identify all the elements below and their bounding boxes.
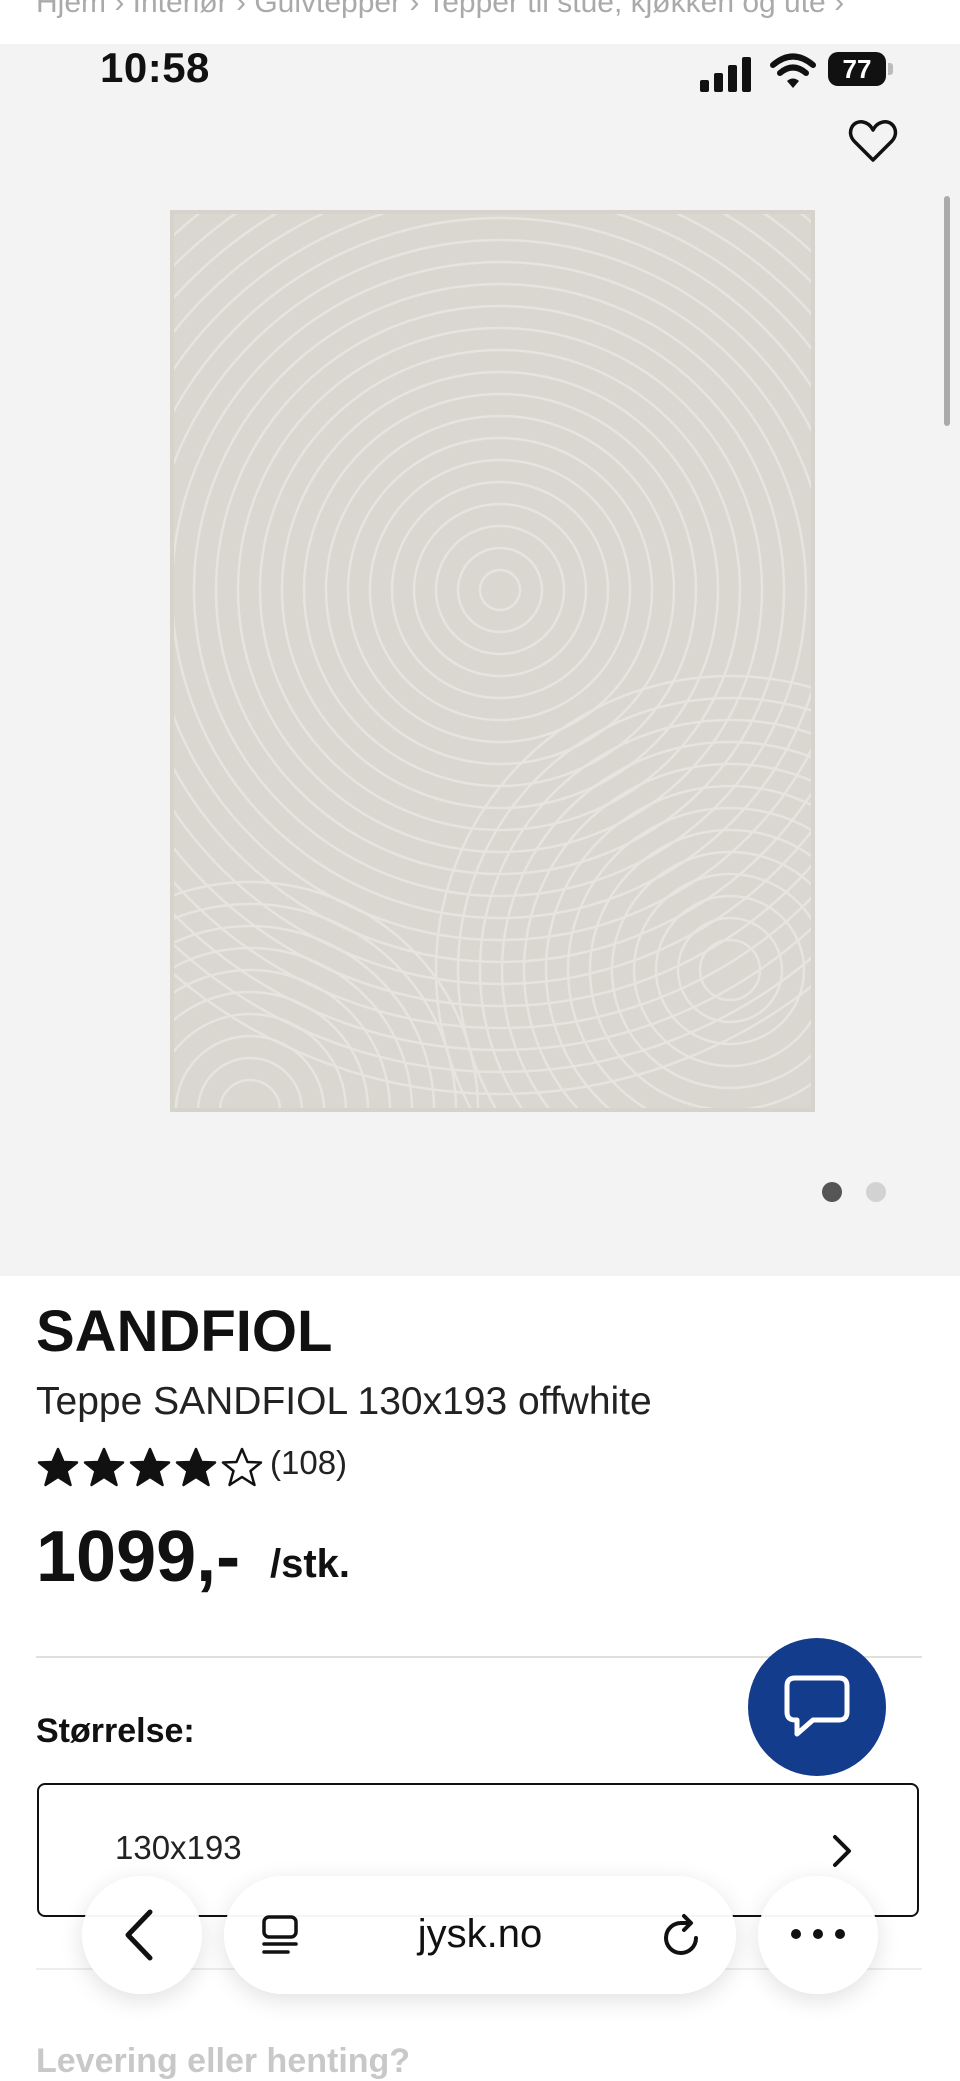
image-dot-1[interactable] [822, 1182, 842, 1202]
price-unit: /stk. [270, 1542, 351, 1586]
star-filled-icon [129, 1447, 171, 1487]
size-value: 130x193 [115, 1829, 242, 1866]
breadcrumb[interactable]: Hjem › Interiør › Gulvtepper › Tepper ti… [0, 0, 960, 44]
size-label: Størrelse: [36, 1712, 195, 1750]
star-filled-icon [37, 1447, 79, 1487]
product-image-rug[interactable] [170, 210, 815, 1112]
reload-icon[interactable] [660, 1912, 704, 1958]
product-subtitle: Teppe SANDFIOL 130x193 offwhite [36, 1380, 652, 1423]
product-brand: SANDFIOL [36, 1299, 333, 1364]
back-button[interactable] [82, 1876, 202, 1994]
scrollbar[interactable] [944, 196, 950, 426]
more-horizontal-icon [791, 1929, 845, 1939]
battery-icon: 77 [828, 52, 894, 88]
star-filled-icon [175, 1447, 217, 1487]
star-filled-icon [83, 1447, 125, 1487]
battery-level: 77 [828, 52, 886, 86]
product-price: 1099,- [36, 1517, 241, 1597]
status-time: 10:58 [100, 44, 210, 91]
chevron-left-icon [125, 1909, 153, 1961]
status-bar: 10:58 77 [0, 44, 960, 104]
chat-button[interactable] [748, 1638, 886, 1776]
chat-bubble-icon [784, 1675, 850, 1737]
product-image-area[interactable] [0, 0, 960, 1276]
breadcrumb-text[interactable]: Hjem › Interiør › Gulvtepper › Tepper ti… [36, 0, 844, 19]
more-button[interactable] [758, 1876, 878, 1994]
chevron-right-icon [833, 1835, 851, 1867]
delivery-heading: Levering eller henting? [36, 2042, 411, 2080]
image-pagination[interactable] [820, 1182, 900, 1206]
wifi-icon [770, 53, 816, 88]
address-bar[interactable]: jysk.no [224, 1876, 736, 1994]
signal-icon [700, 57, 751, 92]
image-dot-2[interactable] [866, 1182, 886, 1202]
review-count[interactable]: (108) [270, 1444, 347, 1482]
heart-outline-icon[interactable] [848, 116, 898, 166]
star-empty-icon [221, 1447, 263, 1487]
rating-stars[interactable] [36, 1446, 266, 1494]
